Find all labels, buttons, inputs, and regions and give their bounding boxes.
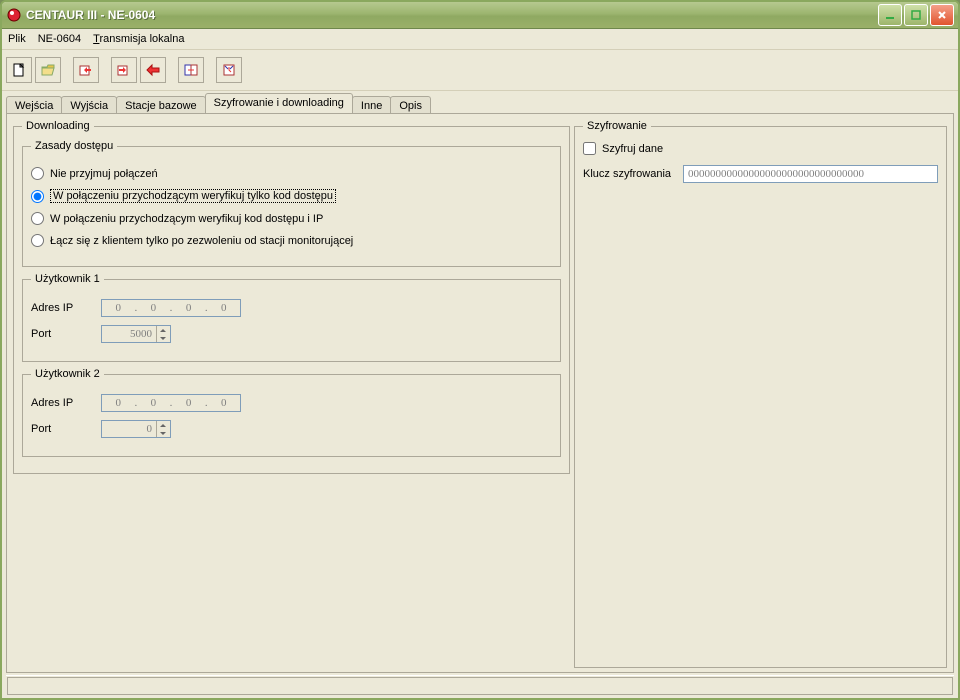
legend-downloading: Downloading <box>22 120 94 132</box>
group-downloading: Downloading Zasady dostępu Nie przyjmuj … <box>13 120 570 474</box>
label-key: Klucz szyfrowania <box>583 168 671 180</box>
radio-opt4[interactable] <box>31 234 44 247</box>
input-user1-port[interactable]: 5000 <box>101 325 171 343</box>
radio-row-4: Łącz się z klientem tylko po zezwoleniu … <box>31 234 552 247</box>
compare-icon[interactable] <box>178 57 204 83</box>
group-user1: Użytkownik 1 Adres IP 0. 0. 0. 0 Port <box>22 273 561 362</box>
chevron-down-icon[interactable] <box>156 429 168 437</box>
toolbar <box>2 50 958 91</box>
label-user2-port: Port <box>31 423 101 435</box>
tab-opis[interactable]: Opis <box>390 96 431 114</box>
new-icon[interactable] <box>6 57 32 83</box>
radio-label-2: W połączeniu przychodzącym weryfikuj tyl… <box>50 189 336 203</box>
titlebar[interactable]: CENTAUR III - NE-0604 <box>2 2 958 29</box>
tab-stacje[interactable]: Stacje bazowe <box>116 96 206 114</box>
radio-row-1: Nie przyjmuj połączeń <box>31 167 552 180</box>
maximize-button[interactable] <box>904 4 928 26</box>
group-encryption: Szyfrowanie Szyfruj dane Klucz szyfrowan… <box>574 120 947 668</box>
tab-szyfrowanie[interactable]: Szyfrowanie i downloading <box>205 93 353 113</box>
group-user2: Użytkownik 2 Adres IP 0. 0. 0. 0 Port <box>22 368 561 457</box>
radio-opt2[interactable] <box>31 190 44 203</box>
label-encrypt: Szyfruj dane <box>602 143 663 155</box>
read-icon[interactable] <box>73 57 99 83</box>
radio-opt3[interactable] <box>31 212 44 225</box>
minimize-button[interactable] <box>878 4 902 26</box>
label-user1-port: Port <box>31 328 101 340</box>
legend-zasady: Zasady dostępu <box>31 140 117 152</box>
send-icon[interactable] <box>111 57 137 83</box>
legend-encryption: Szyfrowanie <box>583 120 651 132</box>
app-icon <box>6 7 22 23</box>
spinner-user2[interactable] <box>156 421 168 437</box>
chevron-up-icon[interactable] <box>156 326 168 334</box>
tab-wyjscia[interactable]: Wyjścia <box>61 96 117 114</box>
window-title: CENTAUR III - NE-0604 <box>26 8 878 22</box>
legend-user2: Użytkownik 2 <box>31 368 104 380</box>
app-window: CENTAUR III - NE-0604 Plik NE-0604 Trans… <box>0 0 960 700</box>
label-user1-ip: Adres IP <box>31 302 101 314</box>
row-user2-ip: Adres IP 0. 0. 0. 0 <box>31 394 552 412</box>
input-user1-ip[interactable]: 0. 0. 0. 0 <box>101 299 241 317</box>
tab-content: Downloading Zasady dostępu Nie przyjmuj … <box>6 113 954 673</box>
menu-transmisja[interactable]: Transmisja lokalna <box>93 33 184 45</box>
row-user1-port: Port 5000 <box>31 325 552 343</box>
open-icon[interactable] <box>35 57 61 83</box>
row-user2-port: Port 0 <box>31 420 552 438</box>
chevron-up-icon[interactable] <box>156 421 168 429</box>
label-user2-ip: Adres IP <box>31 397 101 409</box>
close-button[interactable] <box>930 4 954 26</box>
tab-wejscia[interactable]: Wejścia <box>6 96 62 114</box>
menu-ne[interactable]: NE-0604 <box>38 33 81 45</box>
status-cell <box>7 677 953 695</box>
radio-row-2: W połączeniu przychodzącym weryfikuj tyl… <box>31 189 552 203</box>
input-user2-port[interactable]: 0 <box>101 420 171 438</box>
row-encrypt: Szyfruj dane <box>583 142 938 155</box>
menubar: Plik NE-0604 Transmisja lokalna <box>2 29 958 50</box>
radio-label-1: Nie przyjmuj połączeń <box>50 168 158 180</box>
legend-user1: Użytkownik 1 <box>31 273 104 285</box>
row-user1-ip: Adres IP 0. 0. 0. 0 <box>31 299 552 317</box>
radio-row-3: W połączeniu przychodzącym weryfikuj kod… <box>31 212 552 225</box>
window-buttons <box>878 4 954 26</box>
tabstrip: Wejścia Wyjścia Stacje bazowe Szyfrowani… <box>2 91 958 113</box>
radio-opt1[interactable] <box>31 167 44 180</box>
row-key: Klucz szyfrowania 0000000000000000000000… <box>583 165 938 183</box>
input-user2-ip[interactable]: 0. 0. 0. 0 <box>101 394 241 412</box>
radio-label-4: Łącz się z klientem tylko po zezwoleniu … <box>50 235 353 247</box>
radio-label-3: W połączeniu przychodzącym weryfikuj kod… <box>50 213 323 225</box>
menu-plik[interactable]: Plik <box>8 33 26 45</box>
input-key[interactable]: 00000000000000000000000000000000 <box>683 165 938 183</box>
checkbox-encrypt[interactable] <box>583 142 596 155</box>
send2-icon[interactable] <box>140 57 166 83</box>
statusbar <box>6 675 954 696</box>
tab-inne[interactable]: Inne <box>352 96 391 114</box>
spinner-user1[interactable] <box>156 326 168 342</box>
chevron-down-icon[interactable] <box>156 334 168 342</box>
restore-icon[interactable] <box>216 57 242 83</box>
group-zasady: Zasady dostępu Nie przyjmuj połączeń W p… <box>22 140 561 267</box>
